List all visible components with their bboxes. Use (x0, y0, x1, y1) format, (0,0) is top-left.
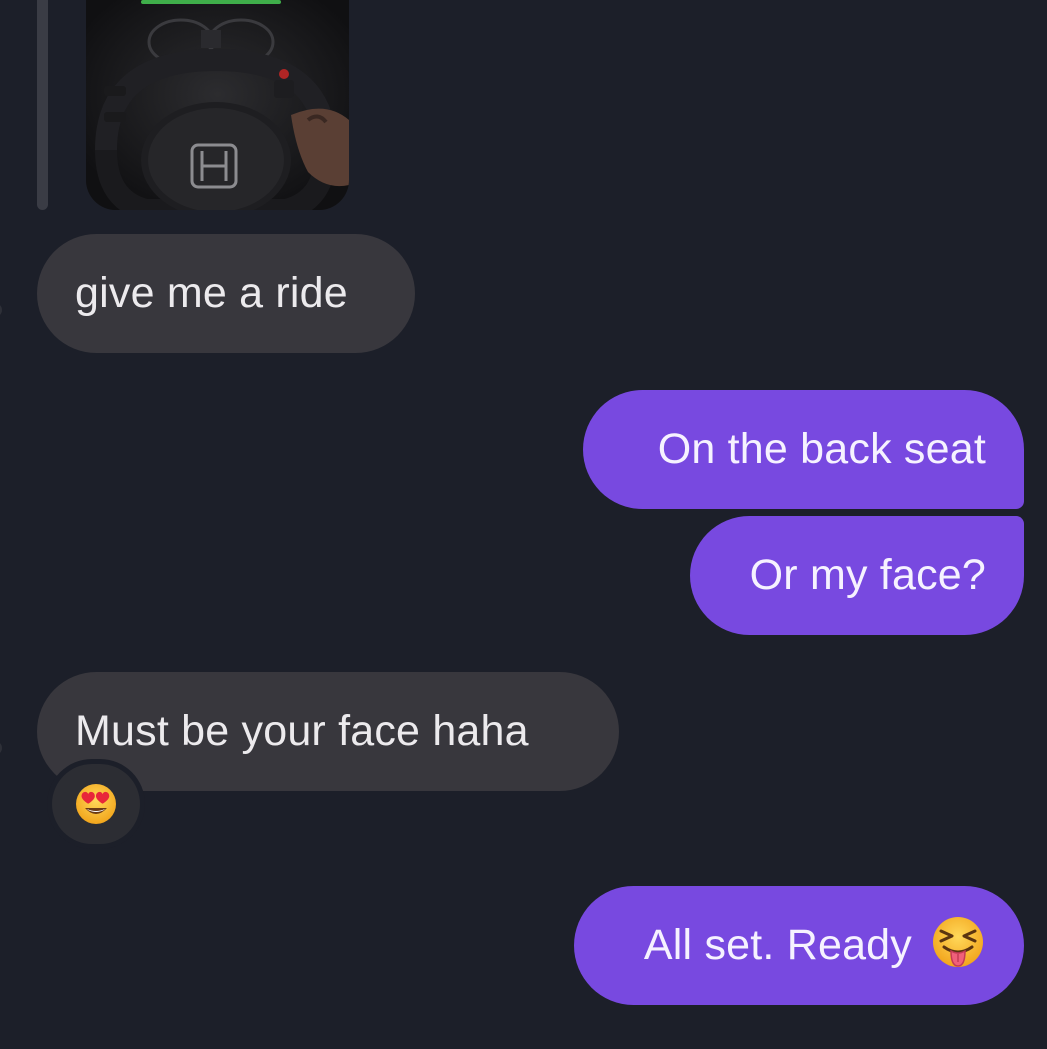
incoming-message-bubble[interactable]: give me a ride (37, 234, 415, 353)
sender-avatar[interactable] (0, 741, 2, 755)
squinting-face-with-tongue-icon (933, 916, 983, 967)
outgoing-message-bubble[interactable]: Or my face? (690, 516, 1024, 635)
steering-wheel-photo-image (86, 0, 349, 210)
outgoing-message-bubble[interactable]: On the back seat (583, 390, 1024, 509)
message-text: give me a ride (75, 269, 348, 317)
message-text: On the back seat (657, 425, 986, 473)
message-text: Or my face? (749, 551, 986, 599)
message-text: Must be your face haha (75, 707, 529, 755)
message-reaction[interactable] (52, 764, 140, 844)
smiling-face-with-heart-eyes-icon (76, 784, 116, 824)
shared-photo-steering-wheel[interactable] (86, 0, 349, 210)
reply-thread-bar (37, 0, 48, 210)
message-text: All set. Ready (643, 921, 912, 969)
sender-avatar[interactable] (0, 303, 2, 317)
outgoing-message-bubble[interactable]: All set. Ready (574, 886, 1024, 1005)
